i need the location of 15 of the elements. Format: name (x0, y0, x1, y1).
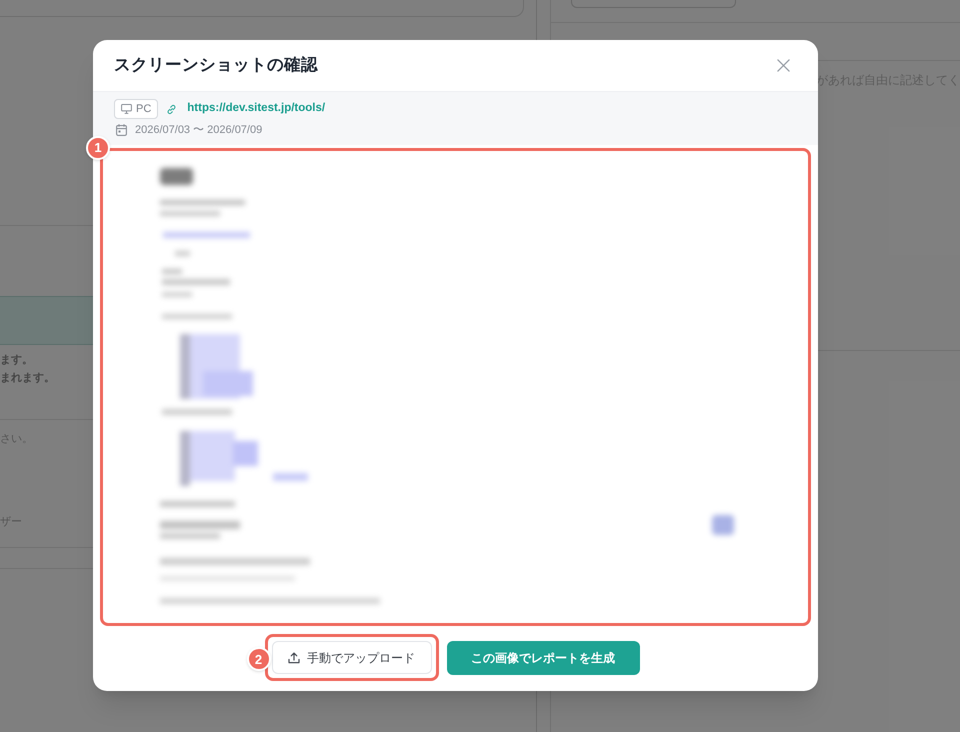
body-text: ます。 (0, 353, 33, 368)
upload-icon (288, 652, 300, 664)
generate-report-button[interactable]: この画像でレポートを生成 (446, 640, 640, 675)
url-link[interactable]: https://dev.sitest.jp/tools/ (187, 100, 326, 118)
close-icon[interactable] (777, 59, 790, 72)
body-text: まれます。 (0, 371, 55, 386)
calendar-icon (116, 124, 127, 136)
date-range: 2026/07/03 〜 2026/07/09 (135, 123, 262, 138)
link-icon (166, 104, 178, 114)
device-badge: PC (114, 99, 158, 119)
upload-button[interactable]: 手動でアップロード (272, 641, 432, 674)
monitor-icon (121, 104, 132, 114)
step-number-badge: 2 (246, 647, 270, 672)
dialog-title: スクリーンショットの確認 (114, 55, 318, 76)
step-number-badge: 1 (86, 136, 110, 160)
